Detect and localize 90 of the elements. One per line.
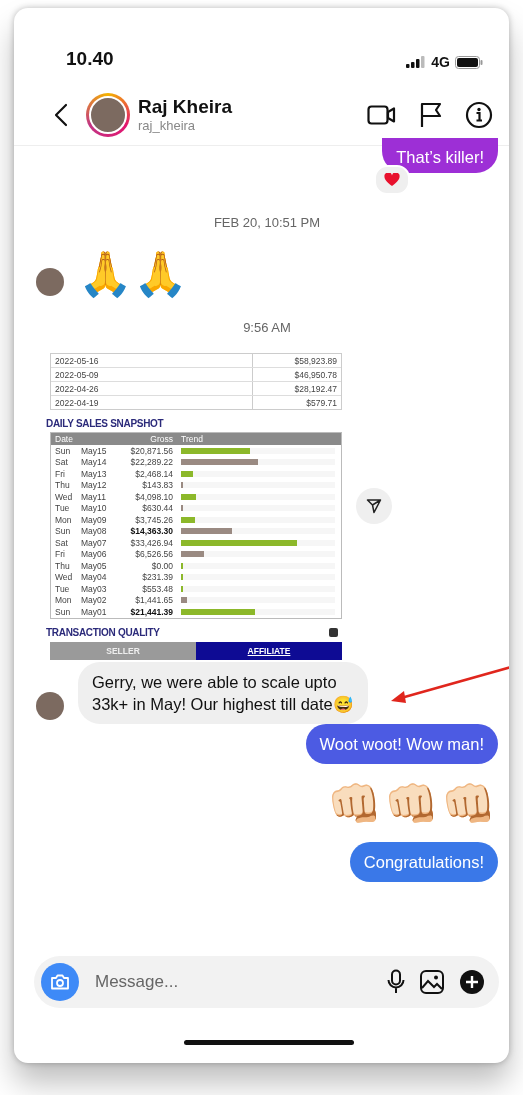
avatar[interactable] [86,92,130,137]
video-call-icon[interactable] [367,103,397,126]
table-cell-text: $1,441.65 [134,595,174,606]
table-cell-text: May10 [81,503,108,514]
table-cell-text: Sat [54,457,69,468]
contact-username: raj_kheira [138,118,197,133]
table-cell-text: Sun [54,606,72,617]
report-title: DAILY SALES SNAPSHOT [46,418,165,429]
table-cell-text: 2022-04-26 [54,382,100,395]
table-cell: $28,192.47 [252,382,341,395]
table-cell-text: May01 [81,606,108,617]
table-cell-text: 2022-05-09 [54,368,100,381]
table-cell-text: $21,441.39 [129,606,174,617]
column-header: Gross [149,434,174,444]
message-input[interactable]: Message... [93,971,373,993]
emoji-message: 👊🏻👊🏻👊🏻 [327,777,498,830]
table-cell-text: May02 [81,595,108,606]
table-cell-text: May09 [81,514,108,525]
sent-message: That’s killer! [382,138,498,173]
table-cell: $46,950.78 [252,368,341,381]
table-cell-text: Sun [54,445,72,456]
table-cell-text: Fri [54,468,66,479]
table-cell-text: $3,745.26 [134,514,174,525]
segment-tab[interactable]: AFFILIATE [196,641,342,660]
table-cell-text: May13 [81,468,108,479]
battery-icon [455,55,483,69]
info-icon[interactable] [465,100,493,129]
table-cell-text: $630.44 [141,503,174,514]
table-cell-text: Wed [54,491,74,502]
column-header: Date [54,434,74,444]
table-cell-text: May12 [81,480,108,491]
table-cell-text: $143.83 [141,480,174,491]
table-cell-text: $231.39 [141,572,174,583]
table-cell-text: May06 [81,549,108,560]
image-icon[interactable] [419,969,445,995]
heart-icon [384,173,400,187]
table-cell-text: Wed [54,572,74,583]
add-icon[interactable] [459,969,485,995]
flag-icon[interactable] [419,101,443,128]
info-badge-icon [329,627,338,637]
table-cell-text: Sat [54,537,69,548]
table-cell-text: $22,289.22 [129,457,174,468]
table-cell: $58,923.89 [252,354,341,367]
table-cell: $579.71 [252,396,341,409]
table-cell-text: Tue [54,503,71,514]
table-cell-text: May07 [81,537,108,548]
message-timestamp: FEB 20, 10:51 PM [212,215,322,230]
sent-message: Congratulations! [349,841,498,882]
table-cell-text: $33,426.94 [129,537,174,548]
section-title: TRANSACTION QUALITY [46,626,160,638]
table-cell-text: $0.00 [150,560,174,571]
camera-icon [50,974,70,990]
received-message: Gerry, we were able to scale upto 33k+ in May! Our highest till date😅 [78,661,368,724]
table-cell-text: May05 [81,560,108,571]
table-cell-text: May04 [81,572,108,583]
sent-message: Woot woot! Wow man! [305,723,498,764]
camera-button[interactable] [41,963,79,1001]
table-cell-text: Sun [54,526,72,537]
message-composer[interactable]: Message... [34,956,499,1008]
send-icon [366,498,382,515]
table-cell-text: May08 [81,526,108,537]
table-cell-text: May11 [81,491,107,502]
table-cell-text: May15 [81,445,108,456]
network-label: 4G [431,54,450,70]
reaction-badge[interactable] [374,165,410,195]
table-cell-text: $6,526.56 [134,549,174,560]
table-cell-text: $4,098.10 [134,491,174,502]
message-timestamp: 9:56 AM [242,320,292,335]
table-cell-text: $20,871.56 [129,445,174,456]
back-icon[interactable] [54,102,68,127]
table-cell-text: $2,468.14 [134,468,174,479]
table-cell-text: Mon [54,595,73,606]
table-cell-text: Mon [54,514,73,525]
contact-name: Raj Kheira [138,96,232,118]
table-cell-text: May03 [81,583,108,594]
table-cell-text: Fri [54,549,66,560]
signal-icon [406,56,427,68]
table-cell-text: Tue [54,583,71,594]
column-header: Trend [181,434,204,444]
table-cell-text: 2022-04-19 [54,396,100,409]
table-cell-text: Thu [54,560,71,571]
microphone-icon[interactable] [387,969,405,995]
table-cell-text: May14 [81,457,108,468]
table-cell-text: $553.48 [141,583,174,594]
table-cell-text: $14,363.30 [129,526,174,537]
share-button[interactable] [356,488,392,525]
table-cell-text: 2022-05-16 [54,354,100,367]
status-time: 10.40 [66,48,114,70]
table-cell-text: Thu [54,480,71,491]
emoji-message: 🙏🙏 [78,248,188,300]
